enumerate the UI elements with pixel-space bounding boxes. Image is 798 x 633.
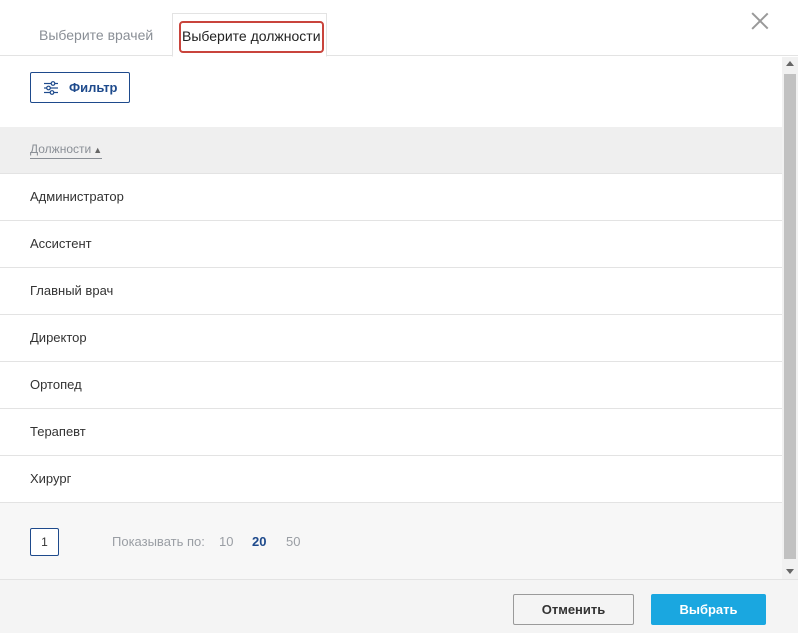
table-cell: Ортопед — [30, 377, 82, 392]
vertical-scrollbar[interactable] — [782, 57, 798, 579]
positions-list: Администратор Ассистент Главный врач Дир… — [0, 174, 782, 503]
page-size-option[interactable]: 10 — [219, 534, 233, 549]
table-row[interactable]: Терапевт — [0, 409, 782, 456]
page-size-option[interactable]: 50 — [286, 534, 300, 549]
sort-ascending-icon: ▲ — [93, 145, 103, 155]
tab-select-positions-label: Выберите должности — [182, 28, 321, 44]
tab-select-positions[interactable]: Выберите должности — [172, 13, 327, 57]
table-row[interactable]: Администратор — [0, 174, 782, 221]
table-cell: Директор — [30, 330, 87, 345]
table-row[interactable]: Ассистент — [0, 221, 782, 268]
column-header-positions[interactable]: Должности ▲ — [30, 142, 103, 159]
page-number-button[interactable]: 1 — [30, 528, 59, 556]
scroll-up-arrow-icon[interactable] — [786, 61, 794, 66]
table-row[interactable]: Директор — [0, 315, 782, 362]
page-size-label: Показывать по: — [112, 534, 205, 549]
page-size-option-active[interactable]: 20 — [252, 534, 266, 549]
table-row[interactable]: Главный врач — [0, 268, 782, 315]
dialog-footer: Отменить Выбрать — [0, 579, 798, 633]
scrollbar-thumb[interactable] — [784, 74, 796, 559]
table-cell: Главный врач — [30, 283, 114, 298]
table-cell: Хирург — [30, 471, 72, 486]
table-cell: Администратор — [30, 189, 124, 204]
table-cell: Терапевт — [30, 424, 86, 439]
table-header: Должности ▲ — [0, 127, 782, 174]
pagination-bar: 1 Показывать по: 10 20 50 — [0, 503, 782, 579]
select-button[interactable]: Выбрать — [651, 594, 766, 625]
table-row[interactable]: Хирург — [0, 456, 782, 503]
table-row[interactable]: Ортопед — [0, 362, 782, 409]
cancel-button[interactable]: Отменить — [513, 594, 634, 625]
tab-bar: Выберите врачей Выберите должности — [0, 0, 798, 57]
table-cell: Ассистент — [30, 236, 92, 251]
column-header-label: Должности — [30, 142, 92, 156]
filter-button[interactable]: Фильтр — [30, 72, 130, 103]
tab-select-doctors[interactable]: Выберите врачей — [39, 14, 153, 56]
sliders-icon — [44, 81, 58, 95]
scroll-down-arrow-icon[interactable] — [786, 569, 794, 574]
filter-button-label: Фильтр — [69, 80, 118, 95]
close-icon[interactable] — [750, 11, 770, 31]
